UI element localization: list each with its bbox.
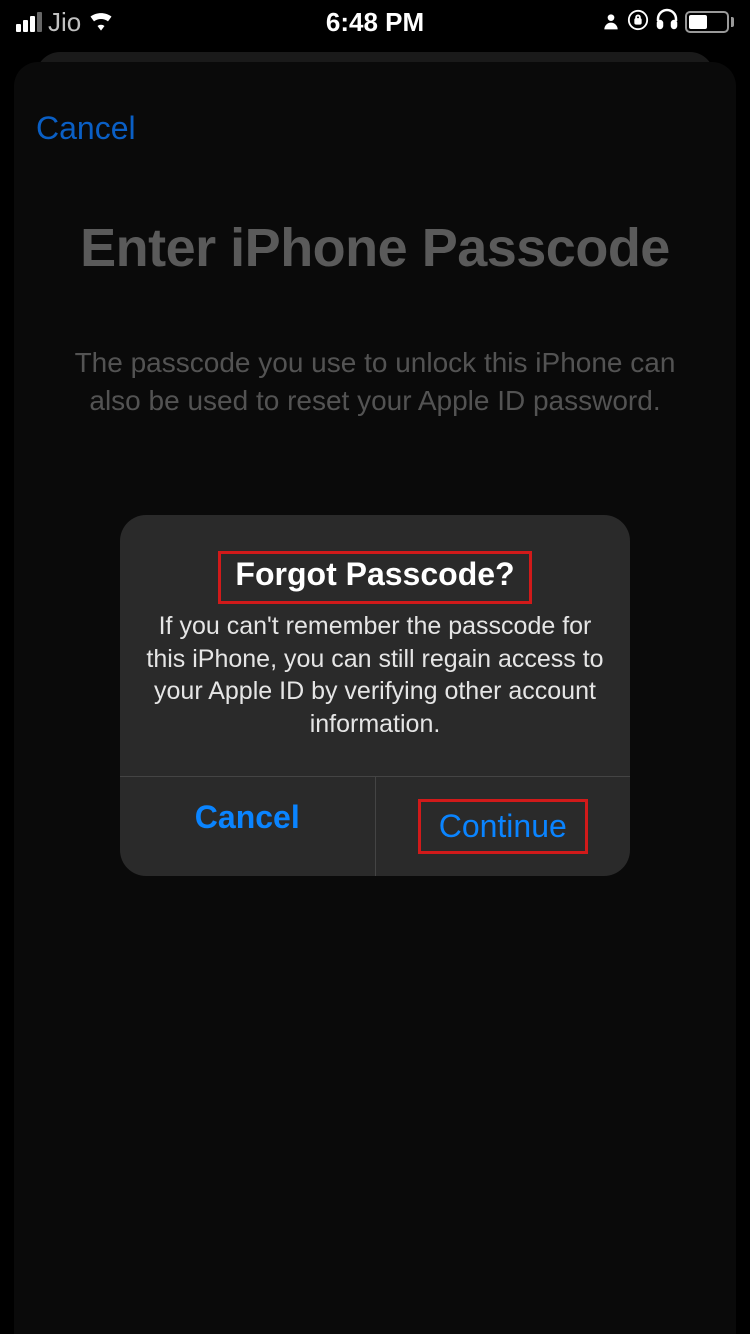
status-left: Jio [16,7,115,38]
cancel-button[interactable]: Cancel [36,110,136,147]
alert-cancel-button[interactable]: Cancel [120,777,376,876]
battery-icon [685,11,734,33]
alert-buttons: Cancel Continue [120,776,630,876]
status-bar: Jio 6:48 PM [0,0,750,44]
highlight-box: Forgot Passcode? [218,551,531,604]
alert-content: Forgot Passcode? If you can't remember t… [120,515,630,776]
alert-title: Forgot Passcode? [235,556,514,593]
person-icon [601,7,621,38]
alert-message: If you can't remember the passcode for t… [146,610,604,740]
orientation-lock-icon [627,7,649,38]
alert-dialog: Forgot Passcode? If you can't remember t… [120,515,630,876]
status-time: 6:48 PM [326,7,424,38]
wifi-icon [87,7,115,38]
page-description: The passcode you use to unlock this iPho… [14,344,736,420]
continue-label: Continue [439,808,567,844]
alert-continue-button[interactable]: Continue [376,777,631,876]
status-right [601,7,734,38]
highlight-box: Continue [418,799,588,854]
signal-icon [16,12,42,32]
page-title: Enter iPhone Passcode [14,217,736,279]
carrier-label: Jio [48,7,81,38]
headphones-icon [655,7,679,38]
